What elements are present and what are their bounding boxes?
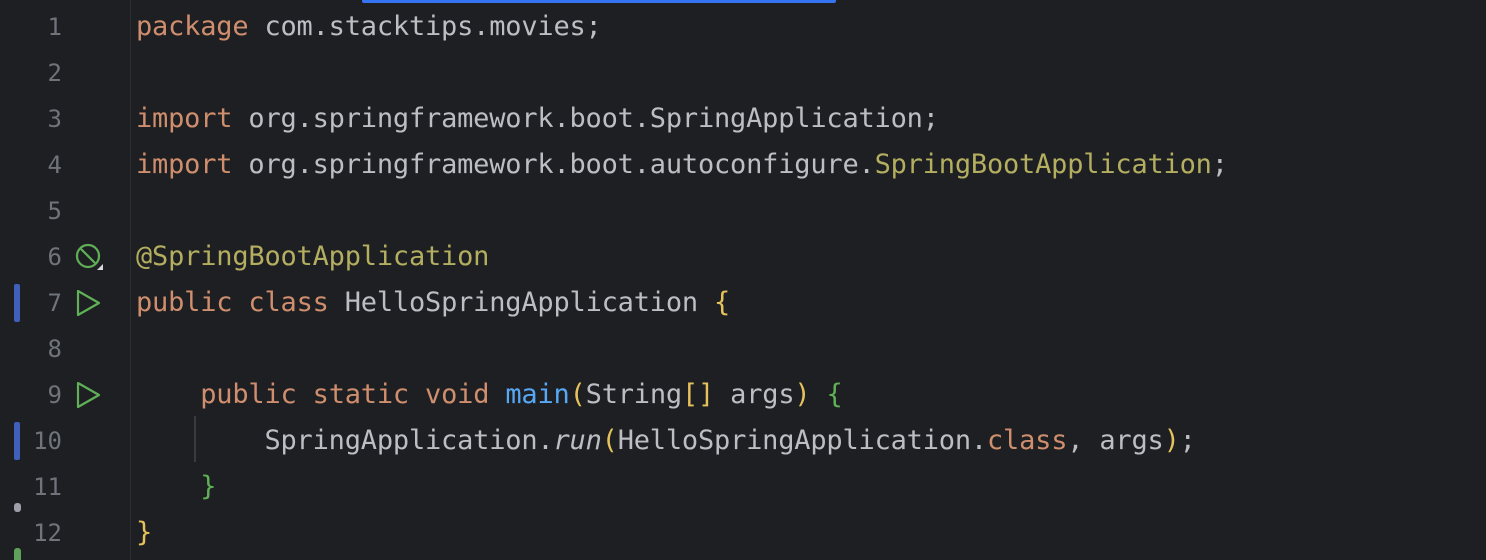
code-token: SpringApplication. xyxy=(136,425,554,456)
code-text[interactable]: package com.stacktips.movies; xyxy=(136,9,602,45)
line-number: 4 xyxy=(47,151,62,179)
line-number: 8 xyxy=(47,335,62,363)
code-token: import xyxy=(136,149,233,180)
code-token: } xyxy=(136,517,153,548)
code-token: static xyxy=(312,379,410,410)
code-token: class xyxy=(986,425,1068,456)
code-token: HelloSpringApplication. xyxy=(617,425,987,456)
code-token: [] xyxy=(681,379,715,410)
code-token: ( xyxy=(569,379,586,410)
line-number: 6 xyxy=(47,243,62,271)
code-line-2[interactable]: 2 xyxy=(0,50,1486,96)
code-token: void xyxy=(425,379,490,410)
code-token: { xyxy=(826,379,843,410)
code-text[interactable]: public static void main(String[] args) { xyxy=(136,377,843,413)
code-token: main xyxy=(505,379,570,410)
code-token: ) xyxy=(1163,425,1180,456)
code-line-10[interactable]: 10 SpringApplication.run(HelloSpringAppl… xyxy=(0,418,1486,464)
code-token: com.stacktips.movies; xyxy=(248,11,602,42)
code-token: ; xyxy=(1179,425,1196,456)
code-line-7[interactable]: 7 public class HelloSpringApplication { xyxy=(0,280,1486,326)
code-token: org.springframework.boot.autoconfigure. xyxy=(232,149,875,180)
code-line-5[interactable]: 5 xyxy=(0,188,1486,234)
code-line-4[interactable]: 4 import org.springframework.boot.autocon… xyxy=(0,142,1486,188)
code-text[interactable]: } xyxy=(136,515,152,551)
line-number: 1 xyxy=(47,13,62,41)
code-token: run xyxy=(553,425,602,456)
line-number: 2 xyxy=(47,59,62,87)
code-token: @SpringBootApplication xyxy=(136,241,490,272)
code-line-1[interactable]: 1 package com.stacktips.movies; xyxy=(0,4,1486,50)
code-token: { xyxy=(714,287,731,318)
code-token: String xyxy=(585,379,683,410)
code-line-12[interactable]: 12} xyxy=(0,510,1486,556)
code-line-6[interactable]: 6 @SpringBootApplication xyxy=(0,234,1486,280)
code-token: HelloSpringApplication xyxy=(328,287,715,318)
code-text[interactable]: import org.springframework.boot.autoconf… xyxy=(136,147,1228,183)
code-line-8[interactable]: 8 xyxy=(0,326,1486,372)
code-token: class xyxy=(248,287,329,318)
code-token: package xyxy=(136,11,249,42)
tab-indicator xyxy=(362,0,836,3)
code-token: import xyxy=(136,103,233,134)
run-icon[interactable] xyxy=(74,380,104,410)
code-token: public xyxy=(136,287,233,318)
code-line-9[interactable]: 9 public static void main(String[] args)… xyxy=(0,372,1486,418)
line-number: 5 xyxy=(47,197,62,225)
code-token: ( xyxy=(601,425,618,456)
code-text[interactable]: import org.springframework.boot.SpringAp… xyxy=(136,101,939,137)
line-number: 12 xyxy=(33,519,62,547)
run-icon[interactable] xyxy=(74,288,104,318)
line-number: 3 xyxy=(47,105,62,133)
line-number: 10 xyxy=(33,427,62,455)
code-token: org.springframework.boot.SpringApplicati… xyxy=(232,103,939,134)
line-number: 7 xyxy=(47,289,62,317)
code-text[interactable]: SpringApplication.run(HelloSpringApplica… xyxy=(136,423,1196,459)
code-text[interactable]: public class HelloSpringApplication { xyxy=(136,285,730,321)
code-line-3[interactable]: 3 import org.springframework.boot.SpringA… xyxy=(0,96,1486,142)
code-token: SpringBootApplication xyxy=(874,149,1212,180)
code-token: args xyxy=(714,379,795,410)
code-token: public xyxy=(200,379,297,410)
code-text[interactable]: @SpringBootApplication xyxy=(136,239,489,275)
code-token: } xyxy=(200,471,217,502)
line-number: 11 xyxy=(33,473,62,501)
code-token: ; xyxy=(1211,149,1228,180)
code-text[interactable]: } xyxy=(136,469,216,505)
line-number: 9 xyxy=(47,381,62,409)
code-line-11[interactable]: 11 } xyxy=(0,464,1486,510)
code-token: , args xyxy=(1067,425,1164,456)
code-editor[interactable]: 1 package com.stacktips.movies; 2 3 import o… xyxy=(0,0,1486,560)
spring-bean-icon[interactable] xyxy=(74,242,104,272)
code-token: ) xyxy=(794,379,811,410)
